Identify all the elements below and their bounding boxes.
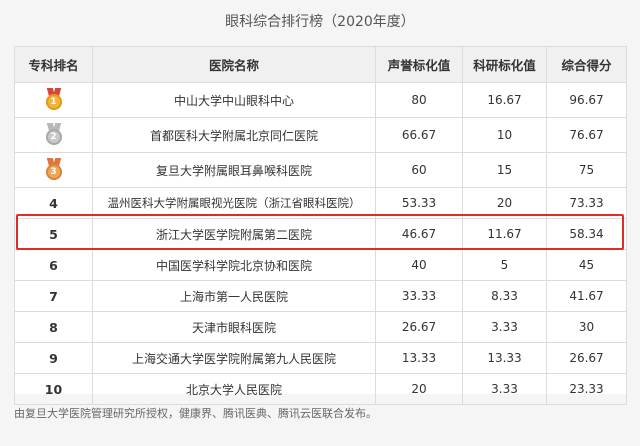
bronze-medal-icon: 3 (43, 158, 65, 182)
header-rank: 专科排名 (14, 46, 93, 83)
rank-cell: 9 (14, 342, 93, 374)
research-cell: 3.33 (462, 311, 547, 343)
research-cell: 13.33 (462, 342, 547, 374)
reputation-cell: 20 (375, 373, 463, 405)
reputation-cell: 80 (375, 82, 463, 118)
hospital-cell: 上海交通大学医学院附属第九人民医院 (92, 342, 376, 374)
rank-cell: 10 (14, 373, 93, 405)
total-cell: 76.67 (546, 117, 627, 153)
table-row: 3 复旦大学附属眼耳鼻喉科医院 60 15 75 (14, 152, 627, 188)
total-cell: 75 (546, 152, 627, 188)
hospital-cell: 上海市第一人民医院 (92, 280, 376, 312)
hospital-cell: 中山大学中山眼科中心 (92, 82, 376, 118)
research-cell: 3.33 (462, 373, 547, 405)
rank-cell: 7 (14, 280, 93, 312)
total-cell: 45 (546, 249, 627, 281)
rank-cell: 1 (14, 82, 93, 118)
table-row: 4 温州医科大学附属眼视光医院（浙江省眼科医院） 53.33 20 73.33 (14, 187, 627, 219)
ranking-card: 眼科综合排行榜（2020年度） 专科排名 医院名称 声誉标化值 科研标化值 综合… (0, 0, 640, 446)
hospital-cell: 中国医学科学院北京协和医院 (92, 249, 376, 281)
hospital-cell: 复旦大学附属眼耳鼻喉科医院 (92, 152, 376, 188)
research-cell: 8.33 (462, 280, 547, 312)
reputation-cell: 26.67 (375, 311, 463, 343)
reputation-cell: 40 (375, 249, 463, 281)
hospital-cell: 浙江大学医学院附属第二医院 (92, 218, 376, 250)
research-cell: 11.67 (462, 218, 547, 250)
table-row: 1 中山大学中山眼科中心 80 16.67 96.67 (14, 82, 627, 118)
header-hospital: 医院名称 (92, 46, 376, 83)
hospital-cell: 天津市眼科医院 (92, 311, 376, 343)
research-cell: 10 (462, 117, 547, 153)
reputation-cell: 66.67 (375, 117, 463, 153)
reputation-cell: 53.33 (375, 187, 463, 219)
header-reputation: 声誉标化值 (375, 46, 463, 83)
rank-cell: 3 (14, 152, 93, 188)
gold-medal-icon: 1 (43, 88, 65, 112)
total-cell: 30 (546, 311, 627, 343)
total-cell: 41.67 (546, 280, 627, 312)
table-row: 10 北京大学人民医院 20 3.33 23.33 (14, 373, 627, 405)
reputation-cell: 13.33 (375, 342, 463, 374)
total-cell: 23.33 (546, 373, 627, 405)
table-header-row: 专科排名 医院名称 声誉标化值 科研标化值 综合得分 (14, 46, 627, 83)
ranking-table-container: 专科排名 医院名称 声誉标化值 科研标化值 综合得分 1 中山大学中山眼科中心 (14, 46, 627, 405)
hospital-cell: 首都医科大学附属北京同仁医院 (92, 117, 376, 153)
table-row-highlighted: 5 浙江大学医学院附属第二医院 46.67 11.67 58.34 (14, 218, 627, 250)
reputation-cell: 33.33 (375, 280, 463, 312)
research-cell: 20 (462, 187, 547, 219)
total-cell: 73.33 (546, 187, 627, 219)
rank-cell: 4 (14, 187, 93, 219)
table-row: 8 天津市眼科医院 26.67 3.33 30 (14, 311, 627, 343)
hospital-cell: 北京大学人民医院 (92, 373, 376, 405)
header-total: 综合得分 (546, 46, 627, 83)
ranking-table: 专科排名 医院名称 声誉标化值 科研标化值 综合得分 1 中山大学中山眼科中心 (14, 46, 627, 405)
table-row: 6 中国医学科学院北京协和医院 40 5 45 (14, 249, 627, 281)
research-cell: 5 (462, 249, 547, 281)
table-row: 9 上海交通大学医学院附属第九人民医院 13.33 13.33 26.67 (14, 342, 627, 374)
footnote: 由复旦大学医院管理研究所授权，健康界、腾讯医典、腾讯云医联合发布。 (14, 407, 377, 420)
page-title: 眼科综合排行榜（2020年度） (0, 0, 640, 42)
total-cell: 58.34 (546, 218, 627, 250)
total-cell: 96.67 (546, 82, 627, 118)
silver-medal-icon: 2 (43, 123, 65, 147)
rank-cell: 8 (14, 311, 93, 343)
hospital-cell: 温州医科大学附属眼视光医院（浙江省眼科医院） (92, 187, 376, 219)
research-cell: 15 (462, 152, 547, 188)
rank-cell: 6 (14, 249, 93, 281)
research-cell: 16.67 (462, 82, 547, 118)
rank-cell: 5 (14, 218, 93, 250)
header-research: 科研标化值 (462, 46, 547, 83)
reputation-cell: 46.67 (375, 218, 463, 250)
table-row: 7 上海市第一人民医院 33.33 8.33 41.67 (14, 280, 627, 312)
total-cell: 26.67 (546, 342, 627, 374)
reputation-cell: 60 (375, 152, 463, 188)
table-row: 2 首都医科大学附属北京同仁医院 66.67 10 76.67 (14, 117, 627, 153)
rank-cell: 2 (14, 117, 93, 153)
